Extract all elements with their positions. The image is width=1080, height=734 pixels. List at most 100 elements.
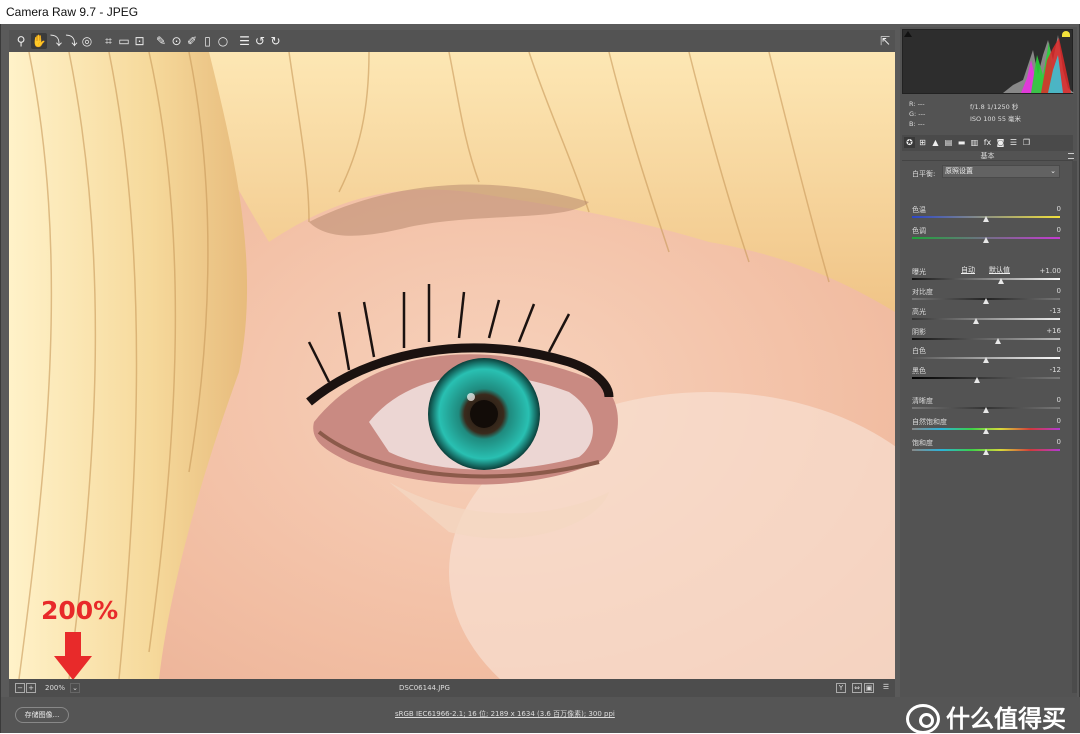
rotate-ccw-tool[interactable]: ↺ (252, 33, 268, 49)
white-balance-value: 原照设置 (945, 167, 973, 175)
crop-tool[interactable]: ⌗ (101, 33, 117, 49)
watermark: 什么值得买 (906, 704, 1066, 734)
slider-thumb[interactable] (974, 377, 981, 383)
slider-thumb[interactable] (983, 237, 989, 243)
slider-label: 黑色 (912, 367, 926, 375)
slider-track[interactable] (912, 377, 1060, 379)
slider-value[interactable]: -12 (1050, 366, 1061, 374)
slider-thumb[interactable] (983, 216, 989, 222)
lens-tab[interactable]: ▥ (969, 137, 980, 148)
panel-menu-icon[interactable] (1068, 153, 1074, 159)
iso-focal: ISO 100 55 毫米 (970, 115, 1022, 123)
tone-curve-tab[interactable]: ⊞ (917, 137, 928, 148)
basic-panel: 白平衡: 原照设置 ⌄ 自动 默认值 色温 0 色调 0 曝光 +1.00 对比度 0 高光 -1… (900, 161, 1077, 693)
transform-tool[interactable]: ⊡ (132, 33, 148, 49)
white-balance-tool[interactable]: ⤵ (48, 33, 64, 49)
slider-label: 清晰度 (912, 397, 933, 405)
preferences-tool[interactable]: ☰ (237, 33, 253, 49)
chevron-down-icon: ⌄ (1050, 167, 1056, 175)
highlight-clipping-icon[interactable] (1062, 31, 1070, 37)
slider-track[interactable] (912, 278, 1060, 280)
slider-thumb[interactable] (983, 357, 989, 363)
slider-label: 对比度 (912, 288, 933, 296)
slider-value[interactable]: -13 (1050, 307, 1061, 315)
slider-value[interactable]: +16 (1046, 327, 1061, 335)
g-readout: G: --- (909, 110, 926, 118)
radial-filter-tool[interactable]: ○ (215, 33, 231, 49)
hsl-tab[interactable]: ▤ (943, 137, 954, 148)
slider-thumb[interactable] (983, 449, 989, 455)
detail-tab[interactable]: ▲ (930, 137, 941, 148)
photo-image (9, 52, 895, 679)
image-metadata: R: --- G: --- B: --- f/1.8 1/1250 秒 ISO … (902, 97, 1073, 133)
slider-value[interactable]: 0 (1057, 396, 1061, 404)
basic-tab[interactable]: ✪ (904, 137, 915, 148)
filename-label: DSC06144.JPG (399, 684, 450, 692)
effects-tab[interactable]: fx (982, 137, 993, 148)
aperture-shutter: f/1.8 1/1250 秒 (970, 103, 1019, 111)
default-link[interactable]: 默认值 (989, 265, 1010, 275)
snapshots-tab[interactable]: ❐ (1021, 137, 1032, 148)
histogram (902, 29, 1074, 94)
fullscreen-icon[interactable]: ⇱ (877, 33, 893, 49)
zoom-in-button[interactable]: + (26, 683, 36, 693)
zoom-annotation-label: 200% (41, 596, 119, 625)
slider-thumb[interactable] (983, 407, 989, 413)
slider-value[interactable]: 0 (1057, 438, 1061, 446)
slider-value[interactable]: 0 (1057, 287, 1061, 295)
slider-label: 自然饱和度 (912, 418, 947, 426)
chevron-down-icon[interactable]: ⌄ (70, 683, 80, 693)
camera-raw-window: ⚲ ✋ ⤵ ⤵ ◎ ⌗ ▭ ⊡ ✎ ⊙ ✐ ▯ ○ ☰ ↺ ↻ ⇱ 200% −… (0, 24, 1080, 734)
hand-tool[interactable]: ✋ (31, 33, 47, 49)
straighten-tool[interactable]: ▭ (116, 33, 132, 49)
slider-label: 白色 (912, 347, 926, 355)
slider-value[interactable]: +1.00 (1040, 267, 1061, 275)
workflow-options-link[interactable]: sRGB IEC61966-2.1; 16 位; 2189 x 1634 (3.… (395, 707, 615, 721)
slider-label: 曝光 (912, 268, 926, 276)
targeted-adjustment-tool[interactable]: ◎ (79, 33, 95, 49)
slider-track[interactable] (912, 318, 1060, 320)
right-panel: R: --- G: --- B: --- f/1.8 1/1250 秒 ISO … (900, 27, 1077, 697)
slider-thumb[interactable] (997, 278, 1004, 284)
slider-thumb[interactable] (983, 428, 989, 434)
slider-track[interactable] (912, 338, 1060, 340)
status-bar: − + 200% ⌄ DSC06144.JPG Y ⇔ ▣ ☰ (9, 679, 895, 697)
slider-value[interactable]: 0 (1057, 205, 1061, 213)
graduated-filter-tool[interactable]: ▯ (200, 33, 216, 49)
zoom-out-button[interactable]: − (15, 683, 25, 693)
slider-value[interactable]: 0 (1057, 346, 1061, 354)
before-after-button[interactable]: ⇔ (852, 683, 862, 693)
zoom-level-select[interactable]: 200% (45, 679, 65, 697)
slider-value[interactable]: 0 (1057, 417, 1061, 425)
zoom-tool[interactable]: ⚲ (13, 33, 29, 49)
rotate-cw-tool[interactable]: ↻ (268, 33, 284, 49)
slider-label: 高光 (912, 308, 926, 316)
spot-removal-tool[interactable]: ✎ (153, 33, 169, 49)
red-eye-tool[interactable]: ⊙ (169, 33, 185, 49)
shadow-clipping-icon[interactable] (904, 31, 912, 37)
photo-preview[interactable]: 200% (9, 52, 895, 679)
auto-link[interactable]: 自动 (961, 265, 975, 275)
swap-button[interactable]: ▣ (864, 683, 874, 693)
white-balance-label: 白平衡: (912, 170, 936, 178)
view-y-button[interactable]: Y (836, 683, 846, 693)
slider-thumb[interactable] (973, 318, 980, 324)
slider-value[interactable]: 0 (1057, 226, 1061, 234)
slider-label: 色调 (912, 227, 926, 235)
adjustment-brush-tool[interactable]: ✐ (184, 33, 200, 49)
smzdm-logo-icon (906, 704, 940, 734)
slider-label: 饱和度 (912, 439, 933, 447)
save-image-button[interactable]: 存储图像... (15, 707, 69, 723)
slider-thumb[interactable] (983, 298, 989, 304)
camera-calibration-tab[interactable]: ◙ (995, 137, 1006, 148)
white-balance-select[interactable]: 原照设置 ⌄ (942, 165, 1060, 178)
panel-scrollbar[interactable] (1072, 161, 1077, 693)
panel-tabs: ✪ ⊞ ▲ ▤ ▬ ▥ fx ◙ ☰ ❐ (902, 135, 1073, 151)
r-readout: R: --- (909, 100, 925, 108)
color-sampler-tool[interactable]: ⤵ (64, 33, 80, 49)
split-toning-tab[interactable]: ▬ (956, 137, 967, 148)
presets-tab[interactable]: ☰ (1008, 137, 1019, 148)
settings-icon[interactable]: ☰ (881, 683, 891, 693)
arrow-down-icon (54, 632, 92, 679)
slider-thumb[interactable] (994, 338, 1001, 344)
